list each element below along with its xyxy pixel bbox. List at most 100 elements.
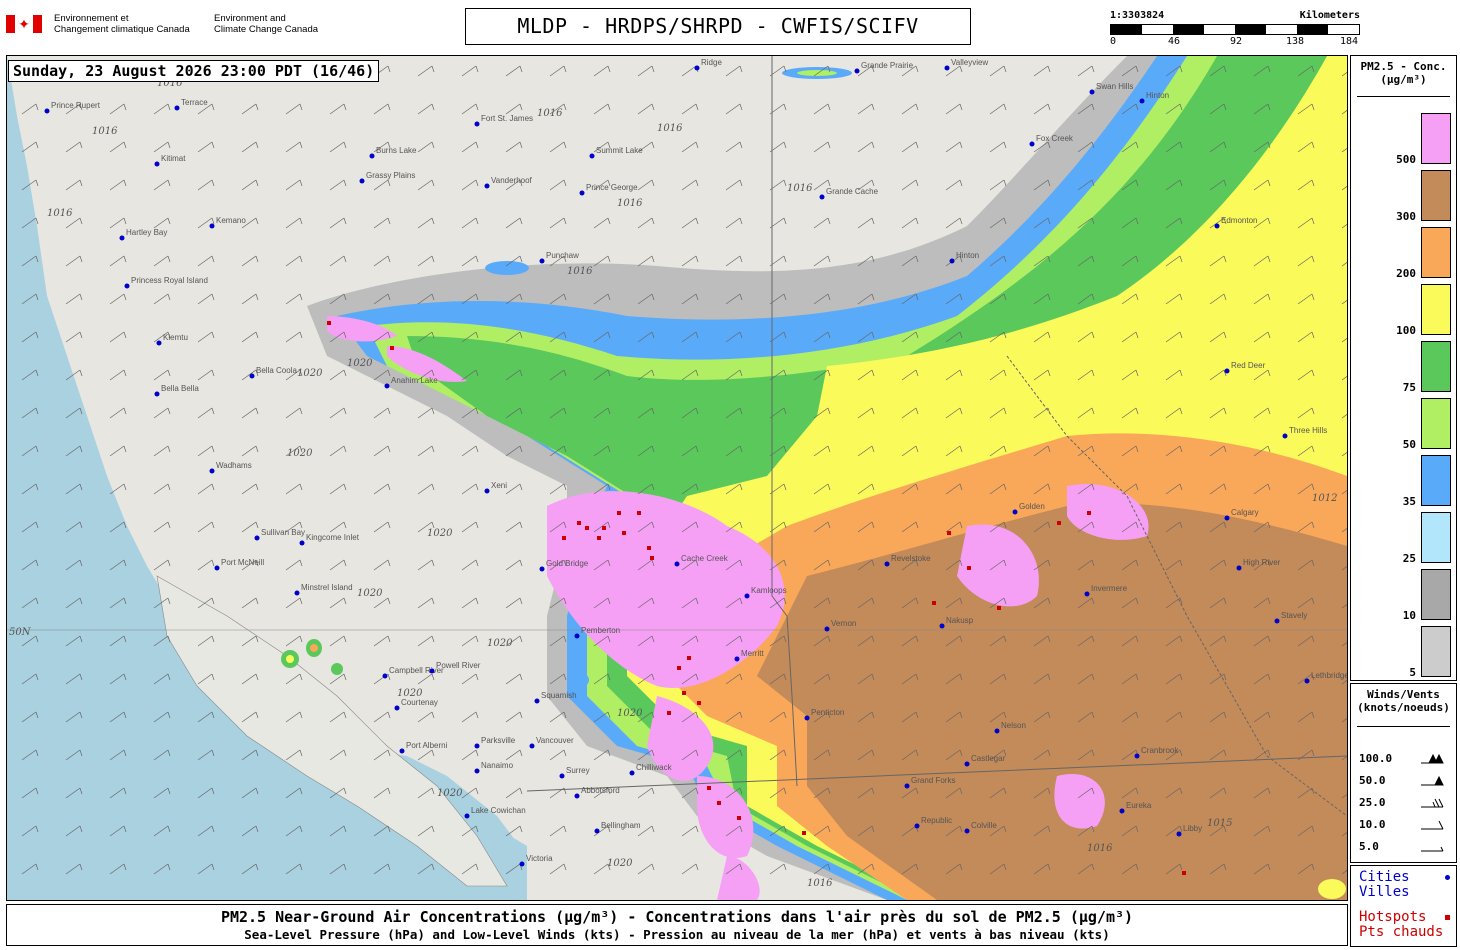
wind-barb (285, 483, 303, 495)
city-dot[interactable] (124, 283, 130, 289)
wind-barb (241, 103, 259, 115)
city-dot[interactable] (1304, 678, 1310, 684)
wind-barb (417, 103, 435, 115)
city-dot[interactable] (914, 823, 920, 829)
wind-barb (373, 635, 391, 647)
city-dot[interactable] (1029, 141, 1035, 147)
city-dot[interactable] (209, 468, 215, 474)
wind-barb (725, 65, 743, 77)
wind-barb (417, 635, 435, 647)
wind-barb (945, 141, 963, 153)
wind-barb (505, 65, 523, 77)
city-dot[interactable] (369, 153, 375, 159)
city-dot[interactable] (464, 813, 470, 819)
city-dot[interactable] (474, 121, 480, 127)
city-dot[interactable] (399, 748, 405, 754)
city-dot[interactable] (294, 590, 300, 596)
city-dot[interactable] (579, 190, 585, 196)
city-dot[interactable] (484, 488, 490, 494)
city-dot[interactable] (254, 535, 260, 541)
city-dot[interactable] (574, 633, 580, 639)
city-dot[interactable] (529, 743, 535, 749)
city-dot[interactable] (819, 194, 825, 200)
city-dot[interactable] (384, 383, 390, 389)
city-dot[interactable] (214, 565, 220, 571)
wind-barb (549, 483, 567, 495)
map-scale-bar: 1:3303824 Kilometers 0 46 92 138 184 (1110, 10, 1360, 50)
city-dot[interactable] (944, 65, 950, 71)
city-dot[interactable] (1012, 509, 1018, 515)
city-dot[interactable] (359, 178, 365, 184)
city-dot[interactable] (209, 223, 215, 229)
city-dot[interactable] (519, 861, 525, 867)
city-dot[interactable] (539, 258, 545, 264)
city-dot[interactable] (1089, 89, 1095, 95)
city-dot[interactable] (1224, 368, 1230, 374)
forecast-timestamp: Sunday, 23 August 2026 23:00 PDT (16/46) (8, 60, 380, 82)
city-dot[interactable] (1139, 98, 1145, 104)
wind-barb (153, 407, 171, 419)
city-dot[interactable] (994, 728, 1000, 734)
city-dot[interactable] (964, 761, 970, 767)
legend-swatch (1421, 626, 1451, 677)
city-dot[interactable] (804, 715, 810, 721)
city-dot[interactable] (1134, 753, 1140, 759)
city-dot[interactable] (939, 623, 945, 629)
wind-legend-row: 50.0 (1359, 774, 1449, 788)
city-dot[interactable] (174, 105, 180, 111)
isobar-label: 1015 (1207, 818, 1232, 829)
city-dot[interactable] (824, 626, 830, 632)
city-dot[interactable] (249, 373, 255, 379)
city-dot[interactable] (299, 540, 305, 546)
city-dot[interactable] (559, 773, 565, 779)
wind-barb (901, 141, 919, 153)
wind-legend-row: 25.0 (1359, 796, 1449, 810)
wind-barb (505, 711, 523, 723)
city-dot[interactable] (854, 68, 860, 74)
city-label: Bella Bella (161, 384, 199, 393)
city-dot[interactable] (119, 235, 125, 241)
city-dot[interactable] (744, 593, 750, 599)
city-dot[interactable] (884, 561, 890, 567)
city-dot[interactable] (674, 561, 680, 567)
legend-swatch-label: 35 (1402, 495, 1416, 508)
city-dot[interactable] (539, 566, 545, 572)
city-dot[interactable] (429, 668, 435, 674)
city-dot[interactable] (474, 768, 480, 774)
city-dot[interactable] (44, 108, 50, 114)
city-label: Burns Lake (376, 146, 417, 155)
city-dot[interactable] (1274, 618, 1280, 624)
city-dot[interactable] (964, 828, 970, 834)
city-dot[interactable] (734, 656, 740, 662)
city-dot[interactable] (154, 161, 160, 167)
city-dot[interactable] (904, 783, 910, 789)
city-dot[interactable] (594, 828, 600, 834)
city-label: Red Deer (1231, 361, 1266, 370)
city-label: Merritt (741, 649, 764, 658)
city-dot[interactable] (1084, 591, 1090, 597)
city-label: Three Hills (1289, 426, 1327, 435)
city-dot[interactable] (589, 153, 595, 159)
city-dot[interactable] (1214, 223, 1220, 229)
city-dot[interactable] (154, 391, 160, 397)
city-dot[interactable] (534, 698, 540, 704)
city-dot[interactable] (484, 183, 490, 189)
wind-barb (197, 445, 215, 457)
city-dot[interactable] (1282, 433, 1288, 439)
city-dot[interactable] (694, 65, 700, 71)
city-dot[interactable] (629, 770, 635, 776)
wind-barb (241, 293, 259, 305)
city-dot[interactable] (1236, 565, 1242, 571)
city-dot[interactable] (1119, 808, 1125, 814)
wind-barb (681, 141, 699, 153)
city-dot[interactable] (1224, 515, 1230, 521)
city-dot[interactable] (574, 793, 580, 799)
city-dot[interactable] (474, 743, 480, 749)
city-dot[interactable] (156, 340, 162, 346)
city-dot[interactable] (382, 673, 388, 679)
city-dot[interactable] (949, 258, 955, 264)
city-dot[interactable] (1176, 831, 1182, 837)
city-dot[interactable] (394, 705, 400, 711)
forecast-map[interactable]: 50N 1016 1016 1016 1016 1016 1016 1016 1… (6, 55, 1348, 901)
wind-barb (197, 141, 215, 153)
